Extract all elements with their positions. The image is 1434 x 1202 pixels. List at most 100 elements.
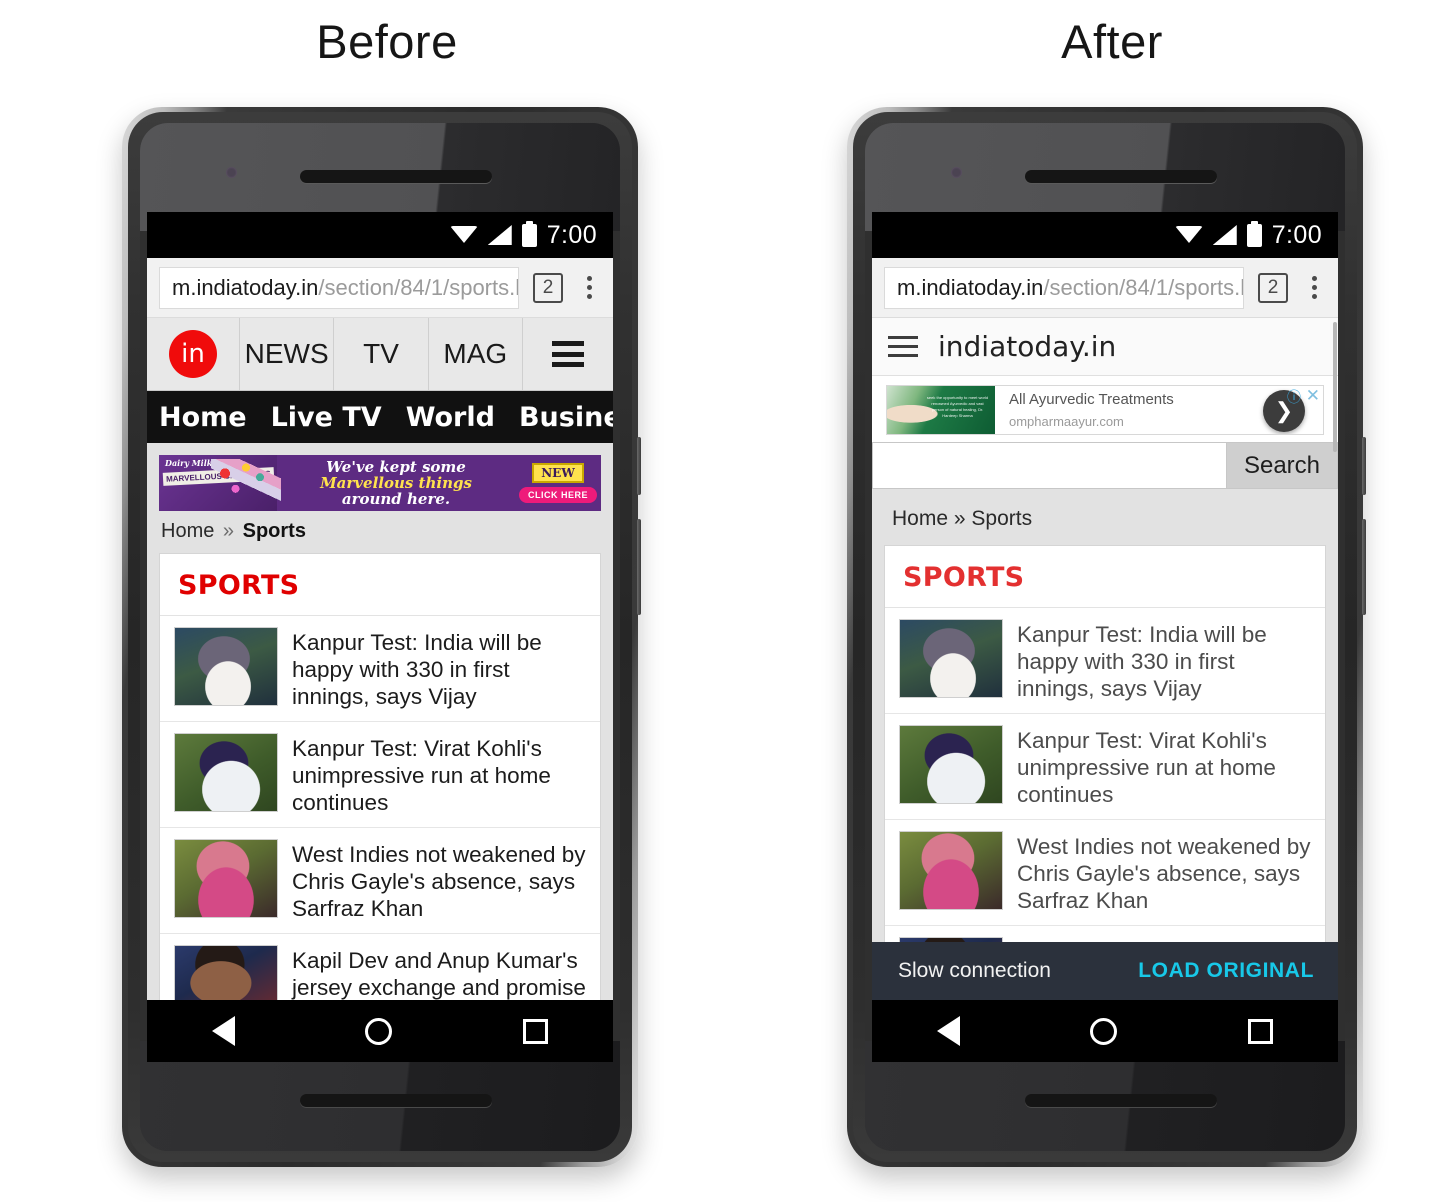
front-camera-icon [226, 167, 237, 178]
volume-button[interactable] [637, 519, 641, 615]
sports-card: SPORTS Kanpur Test: India will be happy … [159, 553, 601, 1062]
nav-item-news[interactable]: NEWS [240, 318, 335, 390]
status-bar: 7:00 [872, 212, 1338, 258]
battery-icon [521, 220, 537, 247]
home-icon[interactable] [365, 1017, 393, 1045]
status-bar: 7:00 [147, 212, 613, 258]
site-top-nav: in NEWS TV MAG [147, 318, 613, 391]
article-title[interactable]: Kanpur Test: India will be happy with 33… [1017, 619, 1313, 702]
earpiece-speaker [1025, 170, 1217, 183]
table-row[interactable]: West Indies not weakened by Chris Gayle'… [885, 820, 1325, 926]
subnav-item-business[interactable]: Business [519, 402, 613, 433]
article-title[interactable]: West Indies not weakened by Chris Gayle'… [1017, 831, 1313, 914]
status-bar-clock: 7:00 [1271, 220, 1322, 249]
ad-image: seek the opportunity to meet world renow… [887, 386, 995, 434]
table-row[interactable]: Kanpur Test: India will be happy with 33… [885, 608, 1325, 714]
lite-site-header: indiatoday.in [872, 318, 1338, 376]
table-row[interactable]: West Indies not weakened by Chris Gayle'… [160, 828, 600, 934]
breadcrumb-separator: » [953, 507, 966, 530]
slow-connection-snackbar: Slow connection LOAD ORIGINAL [872, 942, 1338, 1000]
ad-brand-label: Dairy Milk [165, 458, 213, 468]
back-icon[interactable] [212, 1016, 236, 1046]
address-bar[interactable]: m.indiatoday.in /section/84/1/sports.htm [159, 266, 519, 309]
article-thumbnail [174, 839, 278, 918]
hamburger-icon[interactable] [888, 336, 918, 357]
snackbar-message: Slow connection [898, 959, 1051, 982]
article-thumbnail [899, 619, 1003, 698]
kebab-menu-icon[interactable] [1300, 276, 1328, 299]
power-button[interactable] [637, 437, 641, 495]
bottom-speaker [300, 1094, 492, 1107]
power-button[interactable] [1362, 437, 1366, 495]
banner-ad-cadbury[interactable]: Dairy Milk MARVELLOUS CREATIONS We've ke… [159, 455, 601, 511]
adchoices-info-icon[interactable]: ⓘ [1287, 387, 1301, 407]
breadcrumb-home[interactable]: Home [892, 507, 948, 530]
address-bar[interactable]: m.indiatoday.in /section/84/1/sports.htm [884, 266, 1244, 309]
ad-actions: NEW CLICK HERE [515, 455, 601, 511]
kebab-menu-icon[interactable] [575, 276, 603, 299]
breadcrumb-current: Sports [242, 520, 306, 542]
breadcrumb-separator: » [222, 520, 235, 542]
ad-line-3: around here. [341, 489, 451, 508]
search-row: Search [872, 442, 1338, 489]
table-row[interactable]: Kanpur Test: India will be happy with 33… [160, 616, 600, 722]
hamburger-icon[interactable] [523, 318, 613, 390]
ad-container: seek the opportunity to meet world renow… [872, 376, 1338, 442]
close-icon[interactable]: ✕ [1306, 386, 1320, 406]
ad-copy: We've kept some Marvellous things around… [277, 455, 515, 511]
wifi-icon [1174, 225, 1203, 245]
phone-before: 7:00 m.indiatoday.in /section/84/1/sport… [122, 107, 641, 1167]
nav-item-mag[interactable]: MAG [429, 318, 523, 390]
scrollbar-thumb[interactable] [1333, 322, 1337, 452]
article-title[interactable]: Kanpur Test: Virat Kohli's unimpressive … [292, 733, 588, 816]
recents-icon[interactable] [1247, 1018, 1273, 1044]
back-icon[interactable] [937, 1016, 961, 1046]
subnav-item-home[interactable]: Home [159, 402, 247, 433]
section-header: SPORTS [885, 546, 1325, 608]
after-heading: After [1061, 15, 1163, 68]
tab-switcher-button[interactable]: 2 [533, 272, 563, 303]
webpage-viewport-before[interactable]: in NEWS TV MAG Home Live TV World Busine… [147, 318, 613, 1062]
search-button[interactable]: Search [1227, 442, 1338, 489]
ad-new-badge: NEW [532, 463, 584, 483]
android-nav-bar [147, 1000, 613, 1062]
ad-candy-graphic [211, 459, 281, 507]
comparison-stage: Before After 7:00 m.indiatoday.in /secti… [0, 0, 1434, 1202]
article-thumbnail [899, 831, 1003, 910]
screen-before: 7:00 m.indiatoday.in /section/84/1/sport… [147, 212, 613, 1062]
article-thumbnail [174, 627, 278, 706]
subnav-item-livetv[interactable]: Live TV [271, 402, 382, 433]
earpiece-speaker [300, 170, 492, 183]
section-title: SPORTS [903, 562, 1025, 593]
site-logo[interactable]: in [147, 318, 240, 390]
article-title[interactable]: Kanpur Test: Virat Kohli's unimpressive … [1017, 725, 1313, 808]
tab-switcher-button[interactable]: 2 [1258, 272, 1288, 303]
cell-signal-icon [1212, 225, 1237, 245]
article-title[interactable]: Kanpur Test: India will be happy with 33… [292, 627, 588, 710]
site-logo-text: in [169, 330, 217, 378]
banner-ad-ayurvedic[interactable]: seek the opportunity to meet world renow… [886, 385, 1324, 435]
load-original-button[interactable]: LOAD ORIGINAL [1138, 959, 1314, 983]
battery-icon [1246, 220, 1262, 247]
breadcrumb-home[interactable]: Home [161, 520, 214, 542]
section-header: SPORTS [160, 554, 600, 616]
home-icon[interactable] [1090, 1017, 1118, 1045]
before-heading: Before [316, 15, 458, 68]
url-path: /section/84/1/sports.htm [1043, 274, 1243, 300]
table-row[interactable]: Kanpur Test: Virat Kohli's unimpressive … [160, 722, 600, 828]
front-camera-icon [951, 167, 962, 178]
subnav-item-world[interactable]: World [406, 402, 495, 433]
ad-click-here-button[interactable]: CLICK HERE [518, 487, 597, 503]
volume-button[interactable] [1362, 519, 1366, 615]
table-row[interactable]: Kanpur Test: Virat Kohli's unimpressive … [885, 714, 1325, 820]
search-input[interactable] [872, 442, 1227, 489]
ad-line-2: Marvellous things [320, 473, 472, 492]
bottom-speaker [1025, 1094, 1217, 1107]
article-title[interactable]: West Indies not weakened by Chris Gayle'… [292, 839, 588, 922]
recents-icon[interactable] [522, 1018, 548, 1044]
breadcrumb-current: Sports [971, 507, 1033, 530]
nav-item-tv[interactable]: TV [334, 318, 429, 390]
section-title: SPORTS [178, 570, 300, 601]
site-name: indiatoday.in [938, 330, 1117, 363]
breadcrumb: Home » Sports [159, 511, 601, 553]
